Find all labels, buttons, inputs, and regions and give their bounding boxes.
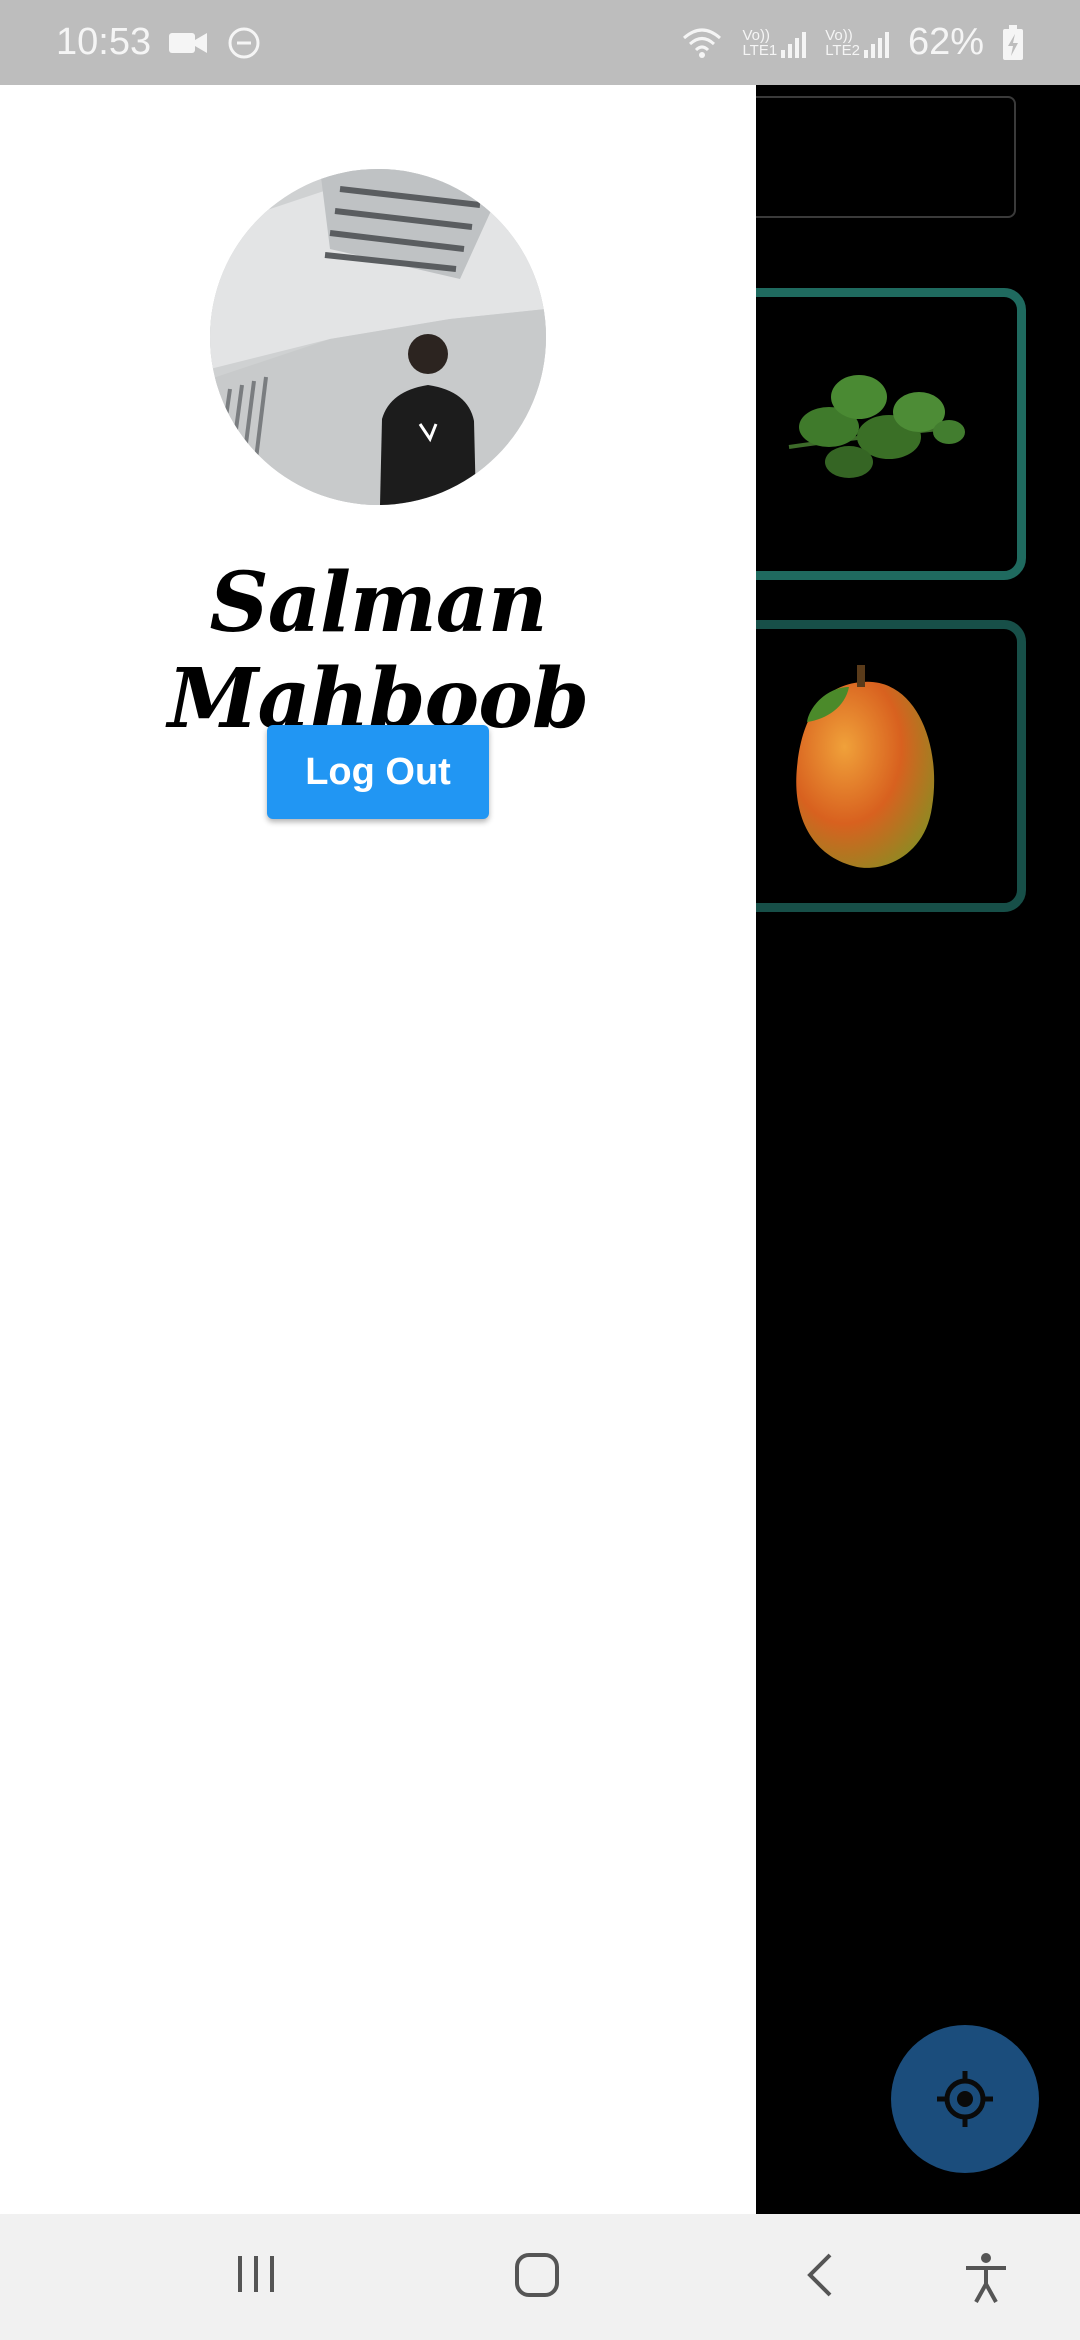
mango-icon [796, 665, 935, 868]
lte1-label: LTE1 [742, 41, 778, 59]
wifi-icon [683, 28, 722, 58]
volte-label-2: Vo)) [825, 26, 853, 44]
accessibility-icon[interactable] [964, 2252, 1008, 2304]
navigation-drawer: Salman Mahboob Log Out [0, 85, 756, 2214]
battery-percentage: 62% [907, 21, 984, 63]
do-not-disturb-icon [228, 27, 260, 58]
gps-crosshair-icon [937, 2071, 993, 2127]
status-time: 10:53 [56, 21, 152, 63]
status-bar: 10:53 Vo)) LTE1 Vo)) LTE2 62% [0, 0, 1080, 85]
system-nav-bar [0, 2214, 1080, 2340]
avatar [210, 169, 546, 505]
logout-button[interactable]: Log Out [267, 725, 489, 819]
user-name: Salman Mahboob [167, 555, 590, 747]
signal-lte1-icon: Vo)) LTE1 [742, 28, 807, 58]
video-camera-icon [169, 32, 208, 53]
battery-charging-icon [1003, 24, 1023, 60]
back-icon[interactable] [804, 2252, 834, 2298]
recents-icon[interactable] [236, 2252, 276, 2296]
parsley-leaf-icon [788, 375, 965, 478]
location-fab-button[interactable] [891, 2025, 1039, 2173]
lte2-label: LTE2 [825, 41, 860, 59]
signal-lte2-icon: Vo)) LTE2 [825, 28, 890, 58]
volte-label: Vo)) [742, 26, 770, 44]
profile-photo [210, 169, 546, 505]
home-icon[interactable] [514, 2252, 560, 2298]
